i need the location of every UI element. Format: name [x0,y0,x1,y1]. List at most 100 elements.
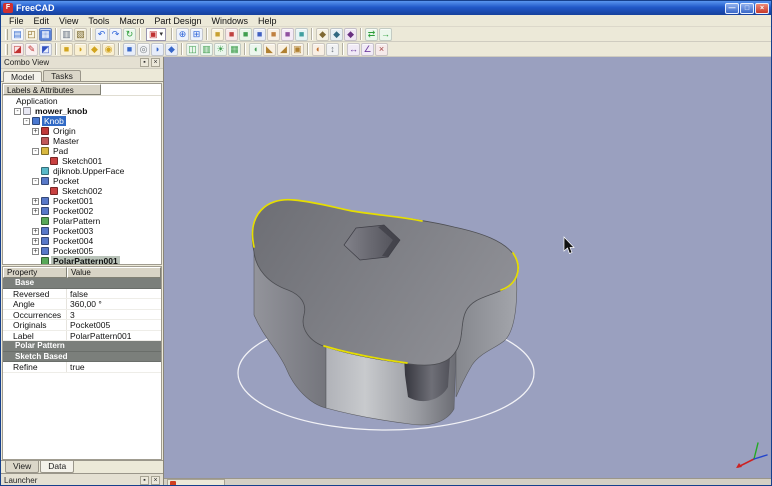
tree-item-pocket002[interactable]: + Pocket002 [3,206,161,216]
view-front-icon[interactable]: ■ [225,27,239,41]
property-value[interactable]: true [67,362,161,371]
mirrored-icon[interactable]: ◫ [186,42,199,56]
link-select-icon[interactable]: → [379,27,393,41]
revolution-icon[interactable]: ◗ [74,42,87,56]
fillet-icon[interactable]: ◖ [249,42,262,56]
value-column-label[interactable]: Value [67,267,161,278]
collapse-icon[interactable]: - [32,147,39,155]
menu-macro[interactable]: Macro [114,15,149,27]
view-top-icon[interactable]: ■ [239,27,253,41]
menu-edit[interactable]: Edit [29,15,55,27]
toolbar-grip[interactable] [5,43,8,55]
property-value[interactable]: false [67,289,161,298]
view-isometric-icon[interactable]: ■ [211,27,225,41]
tree-item-sketch001[interactable]: Sketch001 [3,156,161,166]
property-column-label[interactable]: Property [3,267,67,278]
property-value[interactable]: 360,00 ° [67,299,161,308]
tree-item-mower-knob[interactable]: - mower_knob [3,106,161,116]
tree-item-pocket003[interactable]: + Pocket003 [3,226,161,236]
model-mower-knob[interactable] [251,198,519,426]
edit-sketch-icon[interactable]: ✎ [25,42,38,56]
open-file-icon[interactable]: ◰ [25,27,38,41]
view-left-icon[interactable]: ■ [295,27,309,41]
tree-item-origin[interactable]: + Origin [3,126,161,136]
subtractive-loft-icon[interactable]: ◆ [165,42,178,56]
property-group-sketch-based[interactable]: Sketch Based [3,351,161,362]
expand-icon[interactable]: + [32,197,39,205]
create-sketch-icon[interactable]: ◪ [11,42,24,56]
3d-viewport[interactable] [164,57,771,478]
refresh-icon[interactable]: ↻ [123,27,136,41]
measure-linear-icon[interactable]: ↔ [347,42,360,56]
expand-icon[interactable]: + [32,207,39,215]
new-file-icon[interactable]: ▤ [11,27,24,41]
property-label[interactable]: Label PolarPattern001 [3,330,161,341]
tab-model[interactable]: Model [3,71,43,82]
close-panel-icon[interactable]: × [151,475,160,485]
additive-loft-icon[interactable]: ◆ [88,42,101,56]
sync-view-icon[interactable]: ⇄ [365,27,379,41]
workbench-selector[interactable]: ▣ ▾ [146,27,167,41]
copy-icon[interactable]: ▥ [60,27,73,41]
tree-item-pad[interactable]: - Pad [3,146,161,156]
menu-view[interactable]: View [54,15,83,27]
view-bottom-icon[interactable]: ■ [281,27,295,41]
expand-icon[interactable]: + [32,227,39,235]
tree-item-master[interactable]: Master [3,136,161,146]
tree-item-sketch002[interactable]: Sketch002 [3,186,161,196]
redo-icon[interactable]: ↷ [109,27,122,41]
tab-data[interactable]: Data [40,461,75,473]
tree-item-djiknob-upperface[interactable]: djiknob.UpperFace [3,166,161,176]
minimize-button[interactable]: — [725,2,739,14]
menu-windows[interactable]: Windows [206,15,253,27]
measure-angle-icon[interactable]: ∠ [361,42,374,56]
menu-part-design[interactable]: Part Design [149,15,206,27]
document-tab[interactable] [167,479,225,485]
property-value[interactable]: 3 [67,310,161,319]
close-button[interactable]: × [755,2,769,14]
tree-item-pocket005[interactable]: + Pocket005 [3,246,161,256]
property-group-polar-pattern[interactable]: Polar Pattern [3,341,161,352]
pad-icon[interactable]: ■ [60,42,73,56]
hole-icon[interactable]: ◎ [137,42,150,56]
tree-item-polarpattern001[interactable]: PolarPattern001 [3,256,161,264]
additive-pipe-icon[interactable]: ◉ [102,42,115,56]
expand-icon[interactable]: + [32,237,39,245]
clear-measurement-icon[interactable]: × [375,42,388,56]
map-sketch-icon[interactable]: ◩ [39,42,52,56]
collapse-icon[interactable]: - [32,177,39,185]
close-panel-icon[interactable]: × [151,58,160,67]
migrate-icon[interactable]: ↕ [326,42,339,56]
tree-item-pocket[interactable]: - Pocket [3,176,161,186]
expand-icon[interactable]: + [32,127,39,135]
menu-tools[interactable]: Tools [83,15,114,27]
thickness-icon[interactable]: ▣ [291,42,304,56]
property-angle[interactable]: Angle 360,00 ° [3,299,161,310]
maximize-button[interactable]: □ [740,2,754,14]
undo-icon[interactable]: ↶ [95,27,108,41]
property-reversed[interactable]: Reversed false [3,288,161,299]
zoom-fit-icon[interactable]: ⊕ [176,27,190,41]
property-value[interactable]: Pocket005 [67,320,161,329]
draft-icon[interactable]: ◢ [277,42,290,56]
labels-attributes-header[interactable]: Labels & Attributes [3,84,101,95]
menu-help[interactable]: Help [253,15,282,27]
property-group-base[interactable]: Base [3,278,161,289]
zoom-region-icon[interactable]: ⊞ [190,27,204,41]
polar-pattern-icon[interactable]: ☀ [214,42,227,56]
view-dimetric-icon[interactable]: ◆ [330,27,344,41]
multitransform-icon[interactable]: ▦ [228,42,241,56]
tree-item-polarpattern[interactable]: PolarPattern [3,216,161,226]
toolbar-grip[interactable] [5,28,8,40]
tab-tasks[interactable]: Tasks [43,70,81,81]
paste-icon[interactable]: ▧ [74,27,87,41]
view-trimetric-icon[interactable]: ◆ [344,27,358,41]
tree-item-knob[interactable]: - Knob [3,116,161,126]
float-panel-icon[interactable]: ▪ [140,58,149,67]
view-rear-icon[interactable]: ■ [267,27,281,41]
property-value[interactable]: PolarPattern001 [67,331,161,340]
tab-view[interactable]: View [5,461,40,473]
property-originals[interactable]: Originals Pocket005 [3,320,161,331]
groove-icon[interactable]: ◗ [151,42,164,56]
view-right-icon[interactable]: ■ [253,27,267,41]
